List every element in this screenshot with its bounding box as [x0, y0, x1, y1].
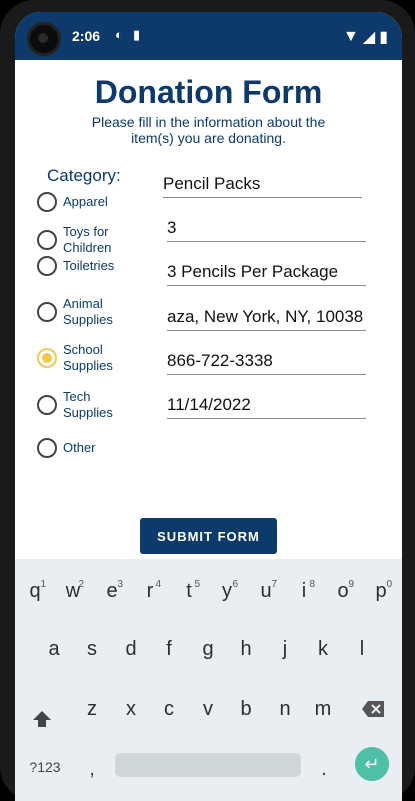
backspace-icon — [362, 701, 384, 717]
category-option-apparel[interactable]: Apparel — [37, 192, 133, 212]
sd-card-icon: ▮ — [133, 27, 141, 42]
key-n[interactable]: n — [268, 689, 302, 729]
date-field[interactable]: 11/14/2022 — [167, 391, 366, 419]
radio-label: Toys for Children — [63, 224, 112, 255]
category-option-tech[interactable]: Tech Supplies — [37, 389, 133, 421]
radio-label: Animal Supplies — [63, 296, 113, 327]
key-a[interactable]: a — [37, 629, 71, 669]
category-label: Category: — [47, 166, 121, 185]
address-field[interactable]: aza, New York, NY, 10038 — [167, 303, 366, 331]
key-w[interactable]: w2 — [56, 571, 90, 611]
form-subtitle: Please fill in the information about the… — [91, 114, 326, 146]
key-u[interactable]: u7 — [249, 571, 283, 611]
key-d[interactable]: d — [114, 629, 148, 669]
signal-icon: ◢ — [362, 29, 376, 46]
key-v[interactable]: v — [191, 689, 225, 729]
key-g[interactable]: g — [191, 629, 225, 669]
radio-button[interactable] — [37, 395, 57, 415]
radio-label: School Supplies — [63, 342, 113, 373]
symbols-key[interactable]: ?123 — [23, 747, 67, 787]
quantity-field[interactable]: 3 — [167, 214, 366, 242]
key-y[interactable]: y6 — [210, 571, 244, 611]
key-c[interactable]: c — [152, 689, 186, 729]
key-t[interactable]: t5 — [172, 571, 206, 611]
enter-key[interactable]: ↵ — [355, 747, 389, 781]
enter-icon: ↵ — [364, 754, 380, 774]
key-s[interactable]: s — [75, 629, 109, 669]
key-i[interactable]: i8 — [287, 571, 321, 611]
radio-label: Toiletries — [63, 258, 115, 273]
form-title: Donation Form — [94, 74, 323, 110]
key-x[interactable]: x — [114, 689, 148, 729]
submit-form-button[interactable]: SUBMIT FORM — [140, 518, 277, 554]
battery-icon: ▮ — [379, 29, 388, 46]
shift-key[interactable] — [25, 699, 59, 739]
radio-label: Other — [63, 440, 96, 455]
key-h[interactable]: h — [229, 629, 263, 669]
radio-button[interactable] — [37, 192, 57, 212]
spacebar[interactable] — [115, 753, 301, 777]
category-option-toys[interactable]: Toys for Children — [37, 224, 133, 256]
key-b[interactable]: b — [229, 689, 263, 729]
key-o[interactable]: o9 — [326, 571, 360, 611]
radio-label: Tech Supplies — [63, 389, 113, 420]
key-r[interactable]: r4 — [133, 571, 167, 611]
data-saver-icon: ◐ — [115, 27, 123, 42]
radio-button[interactable] — [37, 302, 57, 322]
period-key[interactable]: . — [307, 749, 341, 789]
screen: 2:06 ◐ ▮ ▼ ◢ ▮ Donation Form Please fill… — [15, 12, 402, 801]
radio-button[interactable] — [37, 230, 57, 250]
category-option-toiletries[interactable]: Toiletries — [37, 256, 133, 276]
phone-frame: 2:06 ◐ ▮ ▼ ◢ ▮ Donation Form Please fill… — [0, 0, 415, 801]
key-z[interactable]: z — [75, 689, 109, 729]
key-m[interactable]: m — [306, 689, 340, 729]
on-screen-keyboard: q1 w2 e3 r4 t5 y6 u7 i8 o9 p0 a s d f g … — [15, 559, 402, 801]
item-name-field[interactable]: Pencil Packs — [163, 170, 362, 198]
shift-icon — [33, 711, 51, 727]
delete-key[interactable] — [356, 689, 390, 729]
key-p[interactable]: p0 — [364, 571, 398, 611]
wifi-icon: ▼ — [343, 28, 359, 45]
status-icons-right: ▼ ◢ ▮ — [343, 27, 388, 47]
radio-button[interactable] — [37, 438, 57, 458]
radio-label: Apparel — [63, 194, 108, 209]
category-option-other[interactable]: Other — [37, 438, 133, 458]
phone-field[interactable]: 866-722-3338 — [167, 347, 366, 375]
radio-button[interactable] — [37, 256, 57, 276]
category-option-animal[interactable]: Animal Supplies — [37, 296, 133, 328]
category-option-school[interactable]: School Supplies — [37, 342, 133, 374]
key-j[interactable]: j — [268, 629, 302, 669]
description-field[interactable]: 3 Pencils Per Package — [167, 258, 366, 286]
key-e[interactable]: e3 — [95, 571, 129, 611]
key-k[interactable]: k — [306, 629, 340, 669]
status-time: 2:06 — [72, 28, 101, 44]
key-q[interactable]: q1 — [18, 571, 52, 611]
key-f[interactable]: f — [152, 629, 186, 669]
comma-key[interactable]: , — [75, 749, 109, 789]
status-bar: 2:06 ◐ ▮ ▼ ◢ ▮ — [15, 12, 402, 60]
key-l[interactable]: l — [345, 629, 379, 669]
front-camera — [27, 22, 61, 56]
radio-button-selected[interactable] — [37, 348, 57, 368]
